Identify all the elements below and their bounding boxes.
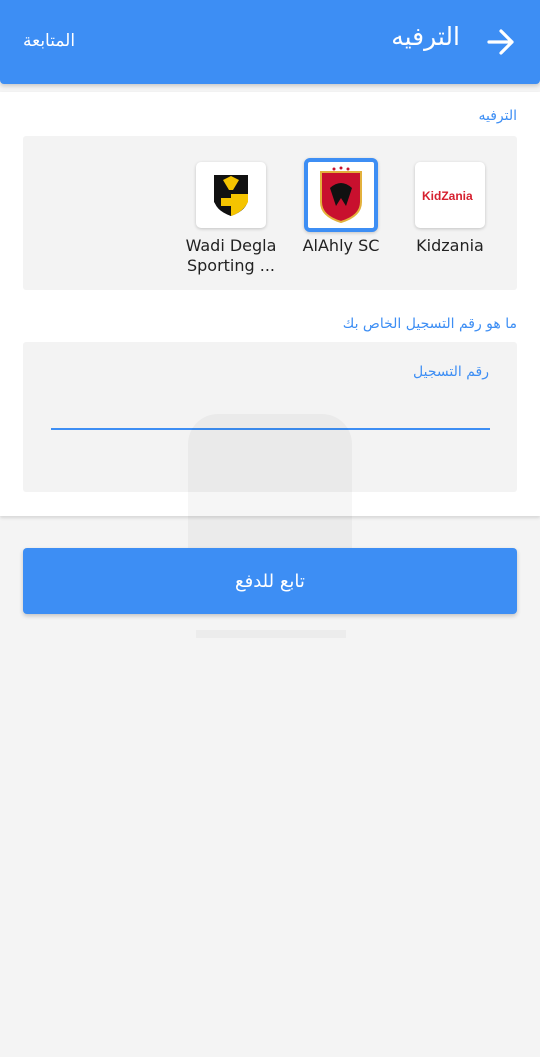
continue-to-payment-button[interactable]: تابع للدفع: [23, 548, 517, 614]
provider-name: Wadi Degla Sporting ...: [185, 236, 277, 275]
alahly-logo: [304, 158, 378, 232]
provider-name: AlAhly SC: [302, 236, 380, 255]
registration-number-input[interactable]: [51, 382, 490, 430]
provider-wadi-degla[interactable]: Wadi Degla Sporting ...: [176, 162, 286, 276]
provider-alahly[interactable]: AlAhly SC: [286, 158, 396, 256]
back-button[interactable]: [486, 28, 516, 56]
provider-kidzania[interactable]: KidZania Kidzania: [395, 162, 505, 256]
svg-text:KidZania: KidZania: [422, 189, 473, 203]
watermark-text: [196, 630, 346, 638]
app-bar: الترفيه المتابعة: [0, 0, 540, 84]
registration-field-label: رقم التسجيل: [413, 364, 489, 380]
main-card: الترفيه KidZania Kidzania AlAhly SC Wadi…: [0, 92, 540, 516]
registration-question: ما هو رقم التسجيل الخاص بك: [342, 316, 517, 332]
kidzania-logo: KidZania: [415, 162, 485, 228]
provider-name: Kidzania: [416, 236, 484, 255]
provider-list: KidZania Kidzania AlAhly SC Wadi Degla S…: [23, 136, 517, 290]
category-label: الترفيه: [478, 108, 517, 124]
registration-box: رقم التسجيل: [23, 342, 517, 492]
wadi-degla-logo: [196, 162, 266, 228]
follow-button[interactable]: المتابعة: [23, 31, 75, 51]
arrow-right-icon: [487, 29, 514, 55]
page-title: الترفيه: [391, 22, 460, 51]
